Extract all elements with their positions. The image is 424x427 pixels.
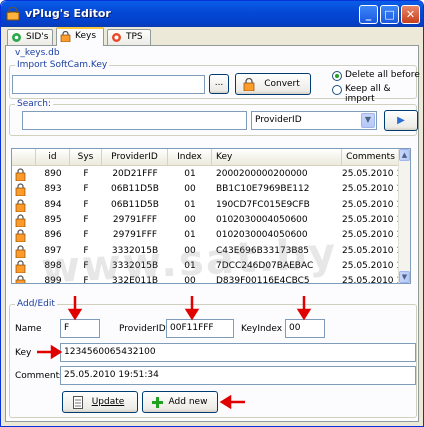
lock-icon — [60, 31, 71, 42]
tab-keys-label: Keys — [75, 31, 97, 41]
annotation-arrows — [37, 296, 312, 410]
tab-keys[interactable]: Keys — [56, 27, 104, 46]
app-window: vPlug's Editor _ □ ✕ SID's Keys TPS v_ke… — [0, 0, 424, 427]
